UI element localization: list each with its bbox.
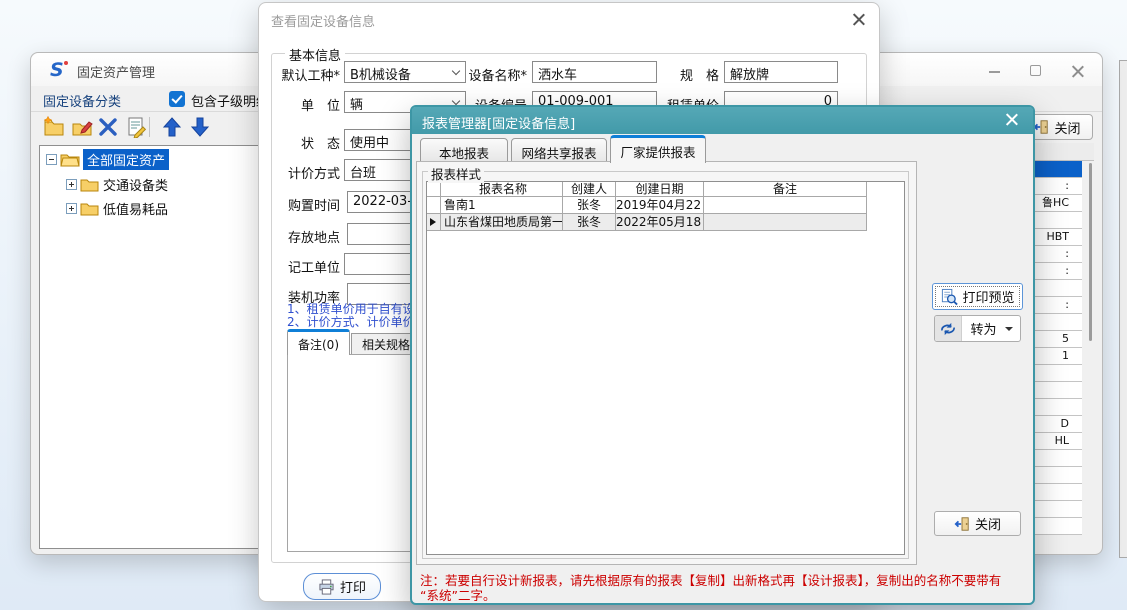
report-note-line-2: “系统”二字。	[420, 585, 495, 604]
collapse-toggle-icon[interactable]	[46, 154, 57, 165]
svg-text:S: S	[50, 59, 64, 80]
tree-item-transport[interactable]: 交通设备类	[99, 174, 172, 195]
folder-icon	[80, 201, 99, 216]
convert-dropdown-arrow-icon[interactable]	[1005, 327, 1013, 331]
report-dialog-close-icon[interactable]	[1006, 113, 1020, 127]
classification-title: 固定设备分类	[43, 91, 121, 110]
expand-toggle-icon[interactable]	[66, 179, 77, 190]
tree-row-lowvalue[interactable]: 低值易耗品	[66, 197, 172, 219]
tree-item-lowvalue[interactable]: 低值易耗品	[99, 198, 172, 219]
tree-item-all-assets[interactable]: 全部固定资产	[83, 149, 169, 170]
detail-scrollbar[interactable]	[1089, 163, 1092, 341]
tab-shared-reports[interactable]: 网络共享报表	[511, 138, 607, 162]
pricing-label: 计价方式	[259, 163, 340, 182]
col-note: 备注	[704, 182, 867, 197]
convert-icon-segment	[935, 316, 962, 341]
print-preview-label: 打印预览	[962, 287, 1014, 306]
device-name-label: 设备名称*	[459, 65, 527, 84]
report-table-header: 报表名称 创建人 创建日期 备注	[427, 182, 867, 197]
print-preview-button[interactable]: 打印预览	[932, 283, 1023, 310]
door-exit-icon	[954, 516, 970, 532]
hint-line-2: 2、计价方式、计价单价	[287, 313, 415, 330]
report-dialog-title: 报表管理器[固定设备信息]	[422, 113, 575, 132]
device-dialog-close-icon[interactable]	[853, 13, 867, 27]
report-close-button[interactable]: 关闭	[934, 511, 1021, 536]
door-exit-icon	[1033, 119, 1049, 135]
spec-field[interactable]: 解放牌	[724, 61, 838, 83]
edit-category-icon[interactable]	[71, 116, 93, 138]
print-preview-icon	[940, 288, 958, 306]
include-children-checkbox[interactable]	[169, 91, 185, 107]
basic-info-title: 基本信息	[285, 45, 345, 64]
category-detail-icon[interactable]	[125, 116, 147, 138]
tab-local-reports[interactable]: 本地报表	[420, 138, 508, 162]
minimize-button[interactable]	[989, 71, 1000, 73]
report-row[interactable]: 鲁南1 张冬 2019年04月22日	[427, 197, 867, 214]
report-note-line-1: 注：若要自行设计新报表，请先根据原有的报表【复制】出新格式再【设计报表】，复制出…	[420, 570, 1001, 589]
work-unit-label: 记工单位	[259, 257, 340, 276]
move-down-icon[interactable]	[189, 116, 211, 138]
maximize-button[interactable]	[1030, 65, 1041, 76]
location-label: 存放地点	[259, 227, 340, 246]
report-table: 报表名称 创建人 创建日期 备注 鲁南1 张冬 2019年04月22日 山东省煤…	[426, 181, 905, 555]
background-window-sliver	[1119, 60, 1127, 558]
move-up-icon[interactable]	[161, 116, 183, 138]
spec-label: 规 格	[659, 65, 719, 84]
print-label: 打印	[340, 577, 366, 596]
close-button[interactable]	[1072, 65, 1085, 78]
window-title: 固定资产管理	[77, 62, 155, 81]
expand-toggle-icon[interactable]	[66, 203, 77, 214]
worker-type-label: 默认工种*	[259, 65, 340, 84]
worker-type-combo[interactable]: B机械设备	[344, 61, 466, 83]
unit-label: 单 位	[259, 95, 340, 114]
report-style-title: 报表样式	[428, 164, 484, 183]
new-category-icon[interactable]	[43, 116, 65, 138]
folder-open-icon	[60, 151, 80, 167]
print-button[interactable]: 打印	[303, 573, 381, 600]
tab-vendor-reports[interactable]: 厂家提供报表	[610, 135, 706, 163]
report-close-label: 关闭	[975, 514, 1001, 533]
report-row-selected[interactable]: 山东省煤田地质局第一 张冬 2022年05月18日	[427, 214, 867, 231]
convert-icon	[939, 321, 957, 337]
col-report-name: 报表名称	[441, 182, 563, 197]
tree-row-root[interactable]: 全部固定资产	[46, 148, 169, 170]
device-name-field[interactable]: 洒水车	[532, 61, 657, 83]
convert-label: 转为	[962, 319, 1005, 338]
col-creator: 创建人	[563, 182, 616, 197]
col-created-date: 创建日期	[616, 182, 704, 197]
app-logo-icon: S	[47, 59, 71, 80]
delete-category-icon[interactable]	[97, 116, 119, 138]
current-row-marker-icon	[430, 218, 436, 226]
report-dialog-title-bar[interactable]: 报表管理器[固定设备信息]	[412, 107, 1033, 134]
printer-icon	[318, 579, 335, 595]
tab-remarks[interactable]: 备注(0)	[287, 329, 350, 355]
panel-close-label: 关闭	[1054, 118, 1080, 137]
tree-row-transport[interactable]: 交通设备类	[66, 173, 172, 195]
report-manager-dialog: 报表管理器[固定设备信息] 本地报表 网络共享报表 厂家提供报表 报表样式 报表…	[410, 105, 1035, 605]
toolbar-separator	[149, 117, 150, 137]
purchase-date-label: 购置时间	[259, 195, 340, 214]
status-label: 状 态	[259, 133, 340, 152]
folder-icon	[80, 177, 99, 192]
device-dialog-title: 查看固定设备信息	[271, 11, 375, 30]
convert-button[interactable]: 转为	[934, 315, 1021, 342]
